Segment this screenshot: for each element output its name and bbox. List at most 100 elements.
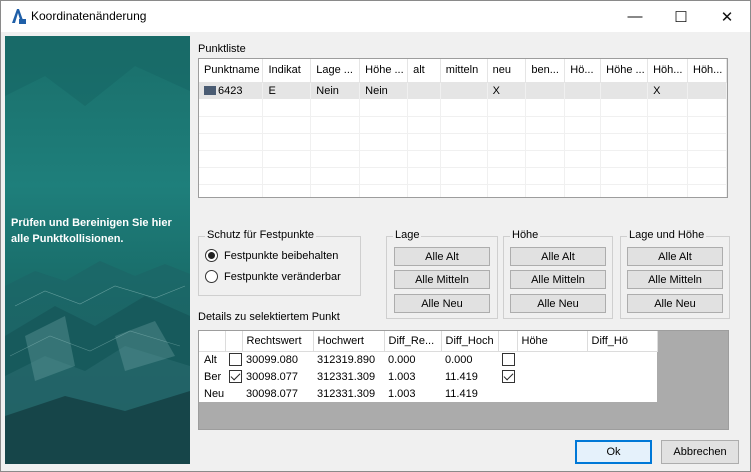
hoehe-alle-neu-button[interactable]: Alle Neu [510, 294, 606, 313]
details-row-alt[interactable]: Alt 30099.080 312319.890 0.000 0.000 [199, 351, 657, 368]
cell-alt [407, 82, 441, 99]
cell-diff-re: 1.003 [384, 368, 441, 385]
punktliste-label: Punktliste [198, 43, 246, 55]
cell-rechtswert: 30099.080 [242, 351, 313, 368]
col-hoehe[interactable]: Höhe ... [359, 59, 409, 83]
punktliste-listview[interactable]: Punktname Indikat Lage ... Höhe ... alt … [198, 58, 728, 198]
minimize-button[interactable]: — [612, 1, 658, 32]
col-hoeh-4[interactable]: Höh... [687, 59, 727, 83]
maximize-icon: ☐ [674, 8, 688, 26]
radio-unselected-icon [205, 270, 218, 283]
cell-ben [525, 82, 566, 99]
cell-diff-re: 1.003 [384, 385, 441, 402]
radio-label: Festpunkte beibehalten [224, 249, 339, 262]
col-diff-hoch[interactable]: Diff_Hoch [441, 331, 499, 352]
checkbox-checked[interactable] [502, 370, 515, 383]
cell-hoehe-2 [600, 82, 649, 99]
punktliste-row[interactable]: 6423 E Nein Nein X X [199, 82, 727, 99]
cell-hochwert: 312319.890 [313, 351, 384, 368]
punktliste-header-row: Punktname Indikat Lage ... Höhe ... alt … [199, 59, 727, 83]
col-neu[interactable]: neu [487, 59, 527, 83]
app-logo-icon [12, 9, 26, 24]
details-header-row: Rechtswert Hochwert Diff_Re... Diff_Hoch… [199, 331, 658, 352]
close-button[interactable]: ✕ [704, 1, 750, 32]
col-lage[interactable]: Lage ... [310, 59, 361, 83]
check1-cell [225, 351, 242, 368]
minimize-icon: — [627, 8, 643, 25]
empty-row [199, 133, 727, 151]
cell-diff-hoch: 0.000 [441, 351, 498, 368]
lage-alle-alt-button[interactable]: Alle Alt [394, 247, 490, 266]
lage-hoehe-alle-neu-button[interactable]: Alle Neu [627, 294, 723, 313]
col-diff-re[interactable]: Diff_Re... [384, 331, 442, 352]
col-punktname[interactable]: Punktname [199, 59, 264, 83]
hoehe-alle-alt-button[interactable]: Alle Alt [510, 247, 606, 266]
punktliste-table: Punktname Indikat Lage ... Höhe ... alt … [199, 59, 727, 197]
radio-selected-icon [205, 249, 218, 262]
details-row-neu[interactable]: Neu 30098.077 312331.309 1.003 11.419 [199, 385, 657, 402]
cell-diff-hoe [587, 385, 657, 402]
cell-diff-re: 0.000 [384, 351, 441, 368]
col-hoehe-2[interactable]: Höhe ... [600, 59, 649, 83]
empty-row [199, 167, 727, 185]
hoehe-title: Höhe [510, 229, 541, 241]
lage-alle-mitteln-button[interactable]: Alle Mitteln [394, 270, 490, 289]
cell-lage: Nein [310, 82, 361, 99]
cell-diff-hoe [587, 351, 657, 368]
col-hoehe[interactable]: Höhe [517, 331, 588, 352]
col-alt[interactable]: alt [407, 59, 441, 83]
maximize-button[interactable]: ☐ [658, 1, 704, 32]
banner-text: Prüfen und Bereinigen Sie hier alle Punk… [11, 217, 172, 245]
cell-rechtswert: 30098.077 [242, 368, 313, 385]
details-grid[interactable]: Rechtswert Hochwert Diff_Re... Diff_Hoch… [198, 330, 729, 430]
landscape-illustration [5, 36, 190, 464]
lage-alle-neu-button[interactable]: Alle Neu [394, 294, 490, 313]
cell-diff-hoch: 11.419 [441, 385, 498, 402]
cell-diff-hoe [587, 368, 657, 385]
cell-indikat: E [262, 82, 312, 99]
close-icon: ✕ [720, 8, 734, 26]
cell-hochwert: 312331.309 [313, 368, 384, 385]
empty-row [199, 116, 727, 134]
lage-und-hoehe-groupbox: Lage und Höhe Alle Alt Alle Mitteln Alle… [620, 229, 730, 319]
cell-hochwert: 312331.309 [313, 385, 384, 402]
festpunkte-title: Schutz für Festpunkte [205, 229, 316, 241]
check2-cell [498, 351, 517, 368]
side-banner: Prüfen und Bereinigen Sie hier alle Punk… [5, 36, 190, 464]
col-hochwert[interactable]: Hochwert [313, 331, 385, 352]
cell-punktname: 6423 [199, 82, 264, 99]
col-hoe-1[interactable]: Hö... [564, 59, 602, 83]
lage-hoehe-alle-alt-button[interactable]: Alle Alt [627, 247, 723, 266]
cell-hoehe [517, 385, 587, 402]
lage-hoehe-alle-mitteln-button[interactable]: Alle Mitteln [627, 270, 723, 289]
window-title: Koordinatenänderung [31, 9, 147, 23]
cell-neu: X [487, 82, 527, 99]
details-row-ber[interactable]: Ber 30098.077 312331.309 1.003 11.419 [199, 368, 657, 385]
checkbox-unchecked[interactable] [229, 353, 242, 367]
check2-cell [498, 368, 517, 385]
check1-cell [225, 368, 242, 385]
col-check1 [225, 331, 243, 352]
cancel-button[interactable]: Abbrechen [661, 440, 739, 464]
cell-hoeh-3: X [647, 82, 688, 99]
hoehe-groupbox: Höhe Alle Alt Alle Mitteln Alle Neu [503, 229, 613, 319]
col-diff-hoe[interactable]: Diff_Hö [587, 331, 658, 352]
col-hoeh-3[interactable]: Höh... [647, 59, 688, 83]
checkbox-unchecked[interactable] [502, 353, 515, 367]
col-indikat[interactable]: Indikat [262, 59, 312, 83]
cell-diff-hoch: 11.419 [441, 368, 498, 385]
hoehe-alle-mitteln-button[interactable]: Alle Mitteln [510, 270, 606, 289]
title-bar: Koordinatenänderung — ☐ ✕ [1, 1, 750, 32]
point-icon [204, 85, 216, 95]
col-mitteln[interactable]: mitteln [440, 59, 488, 83]
col-rechtswert[interactable]: Rechtswert [242, 331, 314, 352]
radio-festpunkte-beibehalten[interactable]: Festpunkte beibehalten [205, 249, 338, 262]
radio-festpunkte-veraenderbar[interactable]: Festpunkte veränderbar [205, 270, 341, 283]
col-rowheader [199, 331, 226, 352]
checkbox-checked[interactable] [229, 370, 242, 383]
col-ben[interactable]: ben... [525, 59, 566, 83]
ok-button[interactable]: Ok [575, 440, 652, 464]
cell-rechtswert: 30098.077 [242, 385, 313, 402]
cell-hoe-1 [564, 82, 602, 99]
row-name: Neu [199, 385, 225, 402]
